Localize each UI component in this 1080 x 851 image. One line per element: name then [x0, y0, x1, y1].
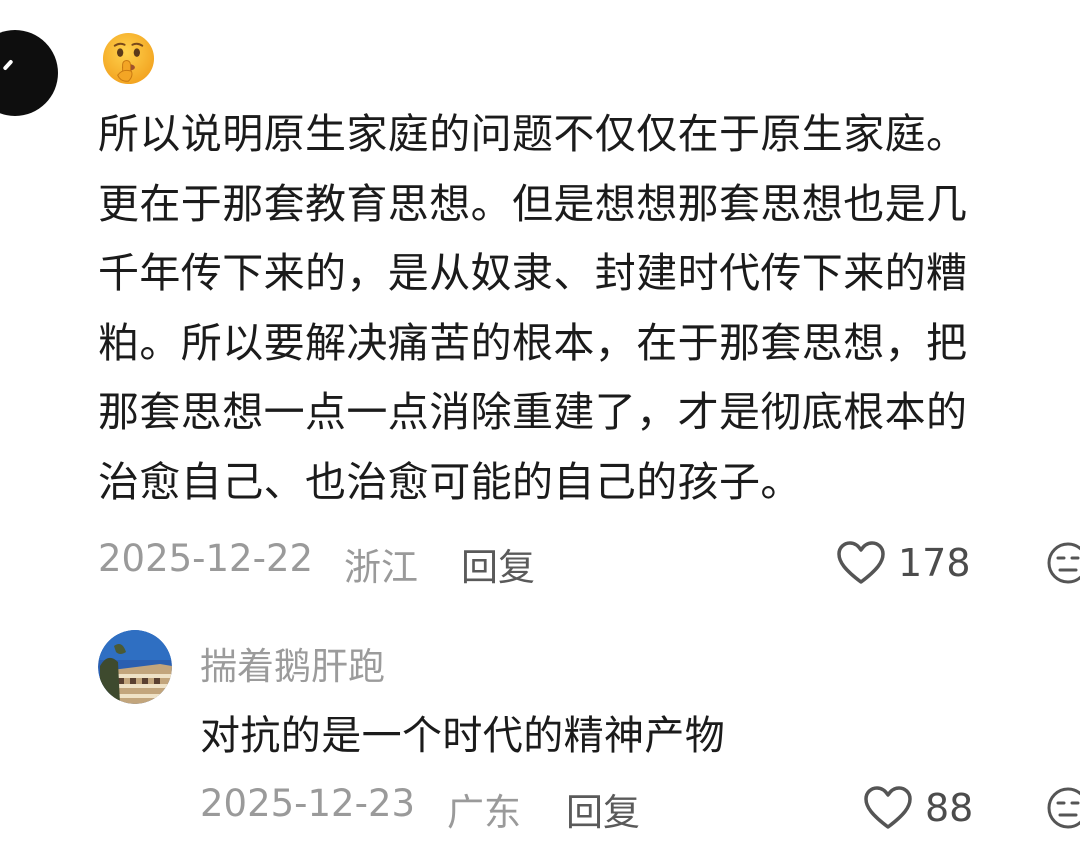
unimpressed-face-icon[interactable]: [1046, 541, 1080, 585]
reply-user-avatar[interactable]: [98, 630, 172, 704]
reply-like-button[interactable]: 88: [863, 783, 973, 833]
commenter-avatar[interactable]: [0, 30, 58, 116]
avatar-mark: [2, 59, 14, 71]
reply-text: 对抗的是一个时代的精神产物: [200, 713, 726, 759]
unimpressed-face-icon[interactable]: [1046, 786, 1080, 830]
reply-username[interactable]: 揣着鹅肝跑: [200, 636, 385, 690]
shushing-face-icon: [102, 32, 155, 85]
comment-location: 浙江: [344, 546, 418, 589]
reply-like-count: 88: [925, 786, 974, 830]
comment-thread: 所以说明原生家庭的问题不仅仅在于原生家庭。 更在于那套教育思想。但是想想那套思想…: [0, 0, 1080, 851]
heart-icon: [864, 786, 912, 829]
comment-text: 所以说明原生家庭的问题不仅仅在于原生家庭。 更在于那套教育思想。但是想想那套思想…: [98, 110, 968, 506]
reply-date: 2025-12-23: [200, 782, 416, 825]
like-count: 178: [898, 541, 971, 585]
reply-button[interactable]: 回复: [461, 537, 535, 591]
comment-date: 2025-12-22: [98, 537, 314, 580]
reply-reply-button[interactable]: 回复: [566, 782, 640, 836]
reply-location: 广东: [447, 791, 521, 834]
like-button[interactable]: 178: [836, 538, 971, 588]
heart-icon: [837, 541, 885, 584]
